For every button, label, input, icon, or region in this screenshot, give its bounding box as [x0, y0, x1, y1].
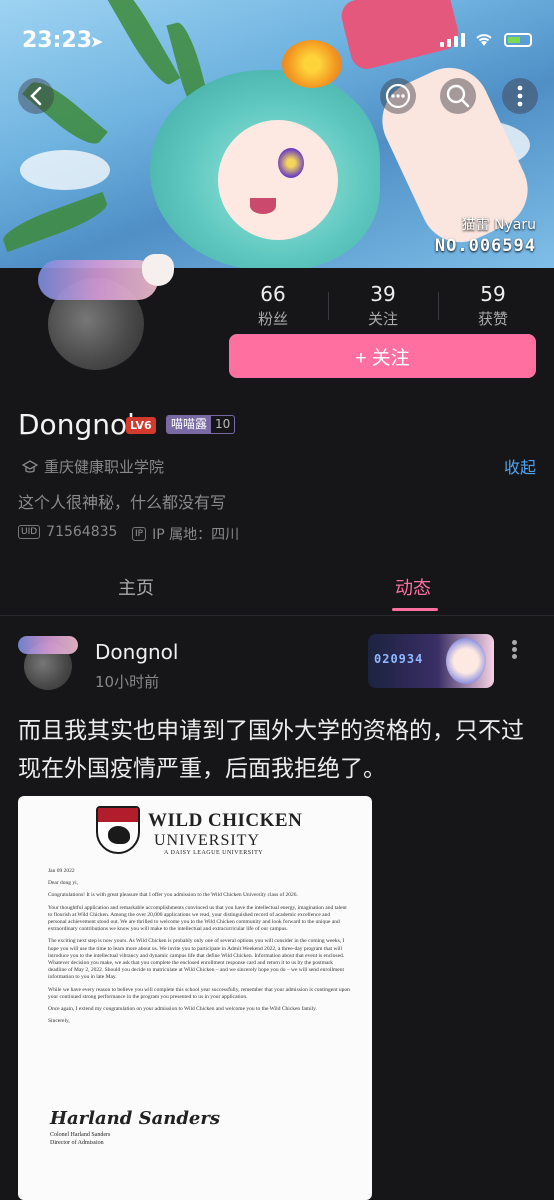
- university-crest-logo: [96, 806, 140, 854]
- profile-avatar[interactable]: [38, 250, 174, 370]
- profile-bio: 这个人很神秘，什么都没有写: [18, 493, 227, 512]
- fox-mask-decoration: [142, 254, 174, 286]
- level-badge: LV6: [126, 417, 156, 434]
- stat-following-label: 关注: [367, 310, 398, 328]
- message-button[interactable]: [380, 78, 416, 114]
- letter-signer-name: Colonel Harland Sanders: [50, 1132, 111, 1138]
- divider: [437, 292, 439, 320]
- letter-university-tagline: A DAISY LEAGUE UNIVERSITY: [164, 850, 264, 856]
- chevron-left-icon: [30, 86, 42, 106]
- ip-icon: IP: [132, 527, 147, 541]
- letter-body: Jan 09 2022 Dear dong yi, Congratulation…: [48, 868, 350, 1030]
- active-tab-indicator: [392, 608, 438, 611]
- letter-university-title: WILD CHICKEN: [148, 810, 303, 831]
- post-text: 而且我其实也申请到了国外大学的资格的，只不过现在外国疫情严重，后面我拒绝了。: [18, 718, 524, 782]
- status-bar: 23:23 ➤: [0, 0, 554, 80]
- wifi-icon: [474, 28, 494, 52]
- stat-followers[interactable]: 66 粉丝: [228, 282, 318, 329]
- avatar-frame-decoration: [18, 636, 78, 654]
- fan-medal-badge[interactable]: 喵喵露 10: [166, 415, 236, 434]
- letter-paragraph: While we have every reason to believe yo…: [48, 986, 350, 1000]
- stat-likes-count: 59: [480, 282, 506, 306]
- decoration-card-number: 020934: [374, 652, 424, 666]
- post-author-avatar[interactable]: [18, 630, 78, 690]
- school-name: 重庆健康职业学院: [44, 458, 165, 476]
- uid-icon: UID: [18, 525, 41, 539]
- status-time: 23:23: [22, 28, 93, 53]
- decoration-card[interactable]: 020934: [368, 634, 494, 688]
- post-more-button[interactable]: [512, 640, 517, 659]
- chicken-icon: [108, 826, 130, 844]
- letter-paragraph: Your thoughtful application and remarkab…: [48, 904, 347, 933]
- avatar-frame-decoration: [38, 260, 158, 300]
- follow-button[interactable]: + 关注: [229, 334, 536, 378]
- fan-medal-name: 喵喵露: [167, 416, 212, 433]
- letter-date: Jan 09 2022: [48, 868, 75, 874]
- profile-username: Dongnol: [18, 408, 135, 441]
- post-image-admission-letter[interactable]: WILD CHICKEN UNIVERSITY A DAISY LEAGUE U…: [18, 796, 372, 1200]
- uid-value: 71564835: [46, 524, 118, 540]
- letter-signer-role: Director of Admission: [50, 1140, 104, 1146]
- decoration-character-image: [446, 638, 486, 684]
- more-vertical-icon: [517, 85, 523, 107]
- letter-paragraph: Once again, I extend my congratulation o…: [48, 1006, 317, 1013]
- location-arrow-icon: ➤: [90, 32, 104, 51]
- fan-medal-level: 10: [215, 417, 231, 431]
- stat-followers-count: 66: [260, 282, 286, 306]
- collapse-link[interactable]: 收起: [504, 454, 536, 478]
- banner-badge-number: NO.006594: [434, 236, 536, 256]
- search-icon: [446, 84, 470, 108]
- school-info: 重庆健康职业学院: [22, 456, 164, 477]
- banner-badge-name: 猫雷 Nyaru: [461, 217, 536, 233]
- battery-icon: [504, 33, 532, 47]
- letter-paragraph: The exciting next step is now yours. As …: [48, 938, 345, 981]
- letter-signature: Harland Sanders: [50, 1108, 220, 1129]
- back-button[interactable]: [18, 78, 54, 114]
- graduation-cap-icon: [22, 459, 38, 473]
- chat-bubble-icon: [385, 83, 411, 109]
- post-author-name[interactable]: Dongnol: [95, 640, 178, 664]
- divider: [327, 292, 329, 320]
- stat-likes-label: 获赞: [477, 310, 508, 328]
- tab-dynamic[interactable]: 动态: [395, 574, 431, 600]
- cellular-signal-icon: [440, 33, 465, 47]
- uid-info: UID 71564835: [18, 524, 117, 540]
- ip-location: IP IP 属地：四川: [132, 524, 239, 544]
- tab-home[interactable]: 主页: [118, 574, 154, 600]
- stat-followers-label: 粉丝: [257, 310, 288, 328]
- profile-stats: 66 粉丝 39 关注 59 获赞: [228, 282, 538, 329]
- letter-salutation: Dear dong yi,: [48, 880, 79, 887]
- more-options-button[interactable]: [502, 78, 538, 114]
- letter-paragraph: Sincerely,: [48, 1018, 70, 1025]
- stat-following[interactable]: 39 关注: [338, 282, 428, 329]
- stat-likes[interactable]: 59 获赞: [448, 282, 538, 329]
- post-timestamp: 10小时前: [95, 673, 160, 691]
- profile-tabs: 主页 动态: [0, 560, 554, 616]
- ip-value: IP 属地：四川: [152, 527, 240, 543]
- stat-following-count: 39: [370, 282, 396, 306]
- search-button[interactable]: [440, 78, 476, 114]
- letter-university-subtitle: UNIVERSITY: [154, 832, 260, 849]
- letter-paragraph: Congratulations! It is with great pleasu…: [48, 892, 298, 899]
